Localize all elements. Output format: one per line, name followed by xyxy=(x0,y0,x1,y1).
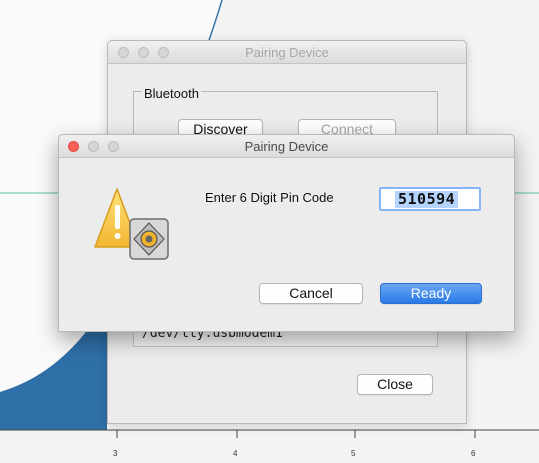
dialog-titlebar[interactable]: Pairing Device xyxy=(59,135,514,158)
pin-code-dialog: Pairing Device Enter 6 Digit Pin Code 51… xyxy=(58,134,515,332)
close-button[interactable]: Close xyxy=(357,374,433,395)
window-titlebar[interactable]: Pairing Device xyxy=(108,41,466,64)
x-tick-label: 4 xyxy=(233,449,238,458)
x-tick-label: 6 xyxy=(471,449,476,458)
caution-icon xyxy=(94,188,169,260)
ready-button[interactable]: Ready xyxy=(380,283,482,304)
cancel-button[interactable]: Cancel xyxy=(259,283,363,304)
x-tick-label: 5 xyxy=(351,449,356,458)
pin-code-input[interactable]: 510594 xyxy=(379,187,481,211)
x-tick-label: 3 xyxy=(113,449,118,458)
window-title: Pairing Device xyxy=(245,45,329,60)
pin-code-value: 510594 xyxy=(395,191,459,208)
dialog-title: Pairing Device xyxy=(244,139,329,154)
bluetooth-group-title: Bluetooth xyxy=(142,86,201,101)
pin-prompt: Enter 6 Digit Pin Code xyxy=(205,190,334,205)
